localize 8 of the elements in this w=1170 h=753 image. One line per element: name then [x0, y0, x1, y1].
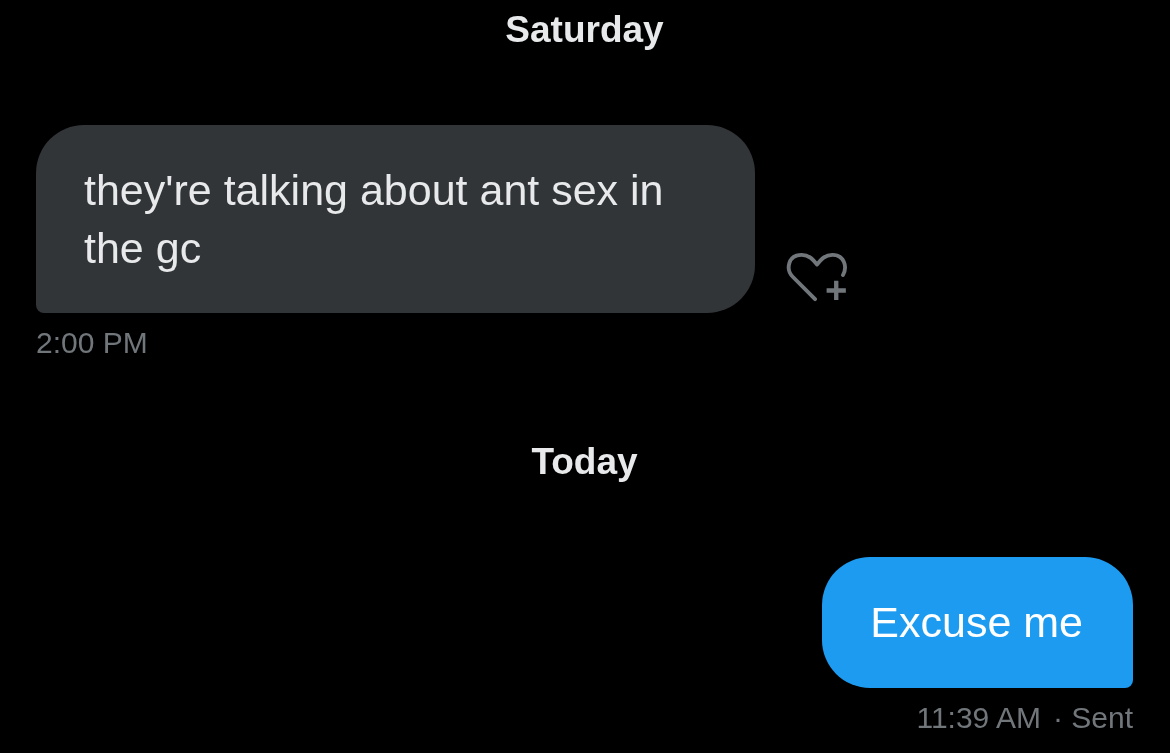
- message-bubble: Excuse me: [822, 557, 1133, 688]
- date-separator: Saturday: [505, 10, 664, 50]
- delivery-status: · Sent: [1052, 702, 1133, 734]
- heart-plus-icon[interactable]: [785, 252, 849, 302]
- message-bubble: they're talking about ant sex in the gc: [36, 125, 755, 313]
- timestamp: 11:39 AM: [916, 702, 1041, 734]
- date-separator: Today: [531, 442, 638, 482]
- timestamp: 2:00 PM: [36, 327, 148, 359]
